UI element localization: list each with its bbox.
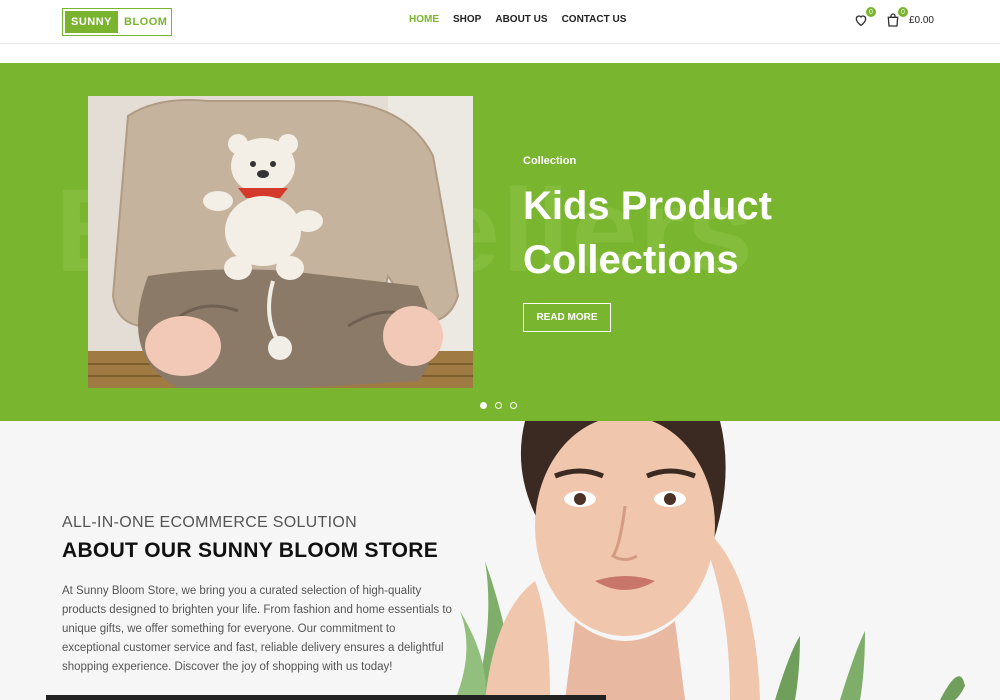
slider-pagination: [480, 402, 517, 409]
cart-icon-wrapper: 0: [885, 7, 908, 28]
model-portrait-image: [455, 421, 965, 700]
wishlist-count-badge: 0: [865, 7, 876, 17]
section-divider: [46, 695, 606, 700]
site-header: SUNNY BLOOM HOME SHOP ABOUT US CONTACT U…: [0, 0, 1000, 44]
slider-dot-2[interactable]: [495, 402, 502, 409]
read-more-button[interactable]: READ MORE: [523, 303, 611, 332]
nav-shop[interactable]: SHOP: [453, 14, 481, 25]
wishlist-button[interactable]: 0: [853, 7, 876, 28]
hero-product-image: [88, 96, 473, 388]
about-section: ALL-IN-ONE ECOMMERCE SOLUTION ABOUT OUR …: [0, 421, 1000, 700]
slider-dot-1[interactable]: [480, 402, 487, 409]
hero-title-line2: Collections: [523, 238, 739, 282]
logo-text-left: SUNNY: [65, 11, 119, 33]
logo-text-right: BLOOM: [124, 16, 168, 28]
hero-title: Kids Product Collections: [523, 179, 853, 287]
nav-contact-us[interactable]: CONTACT US: [562, 14, 627, 25]
kids-sweater-illustration: [88, 96, 473, 388]
about-subtitle: ALL-IN-ONE ECOMMERCE SOLUTION: [62, 514, 357, 531]
slider-dot-3[interactable]: [510, 402, 517, 409]
hero-collection-label: Collection: [523, 155, 577, 167]
header-actions: 0 0 £0.00: [853, 7, 934, 28]
logo[interactable]: SUNNY BLOOM: [62, 8, 172, 36]
about-description: At Sunny Bloom Store, we bring you a cur…: [62, 585, 452, 673]
hero-title-line1: Kids Product: [523, 184, 772, 228]
about-title: ABOUT OUR SUNNY BLOOM STORE: [62, 539, 439, 562]
nav-home[interactable]: HOME: [409, 14, 439, 25]
cart-count-badge: 0: [897, 7, 908, 17]
hero-slider: Best Sellers: [0, 63, 1000, 421]
nav-about-us[interactable]: ABOUT US: [495, 14, 547, 25]
main-nav: HOME SHOP ABOUT US CONTACT US: [409, 14, 626, 25]
cart-button[interactable]: 0 £0.00: [885, 7, 934, 28]
cart-total: £0.00: [908, 14, 934, 26]
